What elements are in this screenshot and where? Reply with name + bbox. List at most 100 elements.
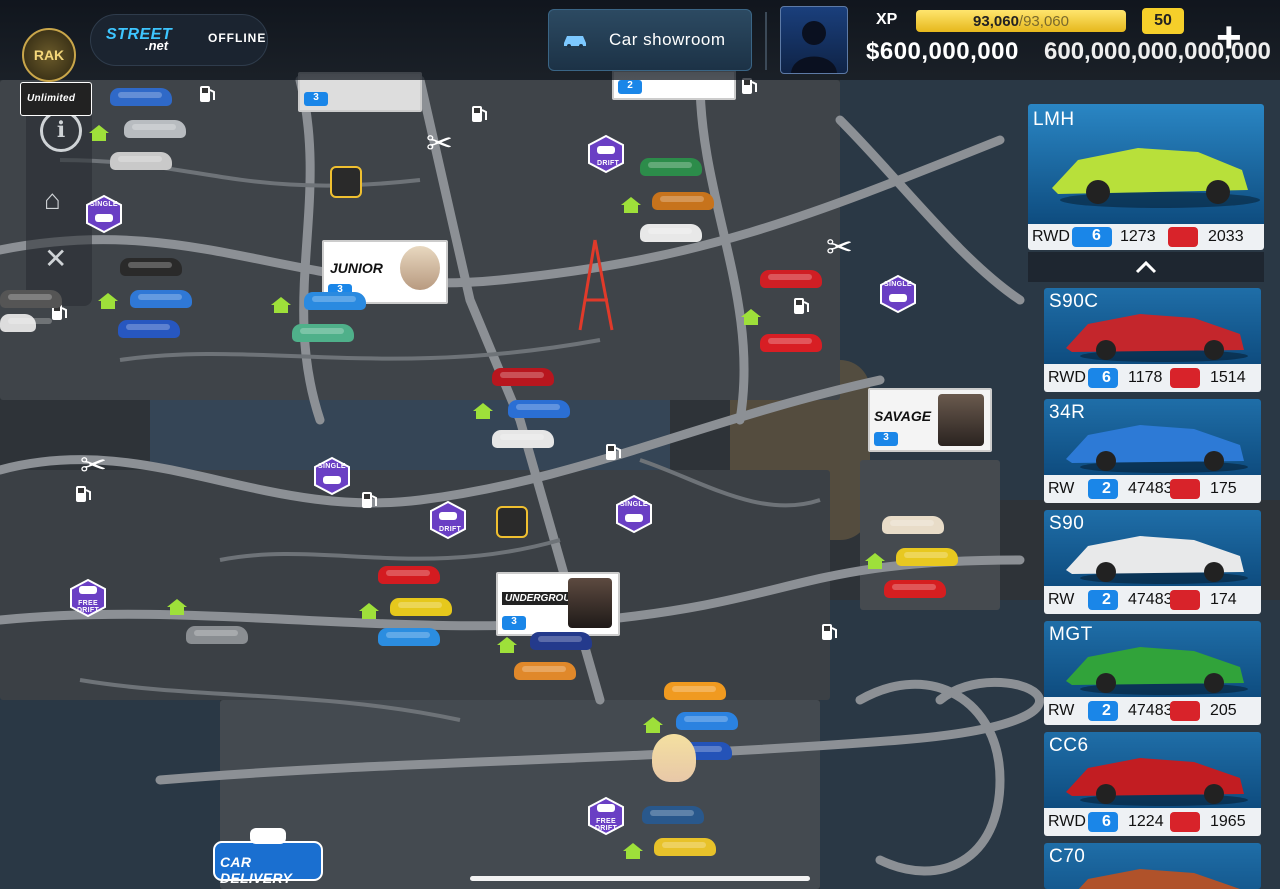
home-marker[interactable] bbox=[740, 308, 762, 326]
fuel-station-icon[interactable] bbox=[74, 484, 92, 504]
car-name: C70 bbox=[1049, 846, 1086, 867]
drift-event-marker[interactable]: DRIFT bbox=[586, 134, 626, 174]
car-stats: RWD 6 1224 1965 bbox=[1044, 808, 1261, 836]
home-marker[interactable] bbox=[620, 196, 642, 214]
info-icon[interactable]: ℹ bbox=[40, 110, 82, 152]
garage-car-card[interactable]: CC6 RWD 6 1224 1965 bbox=[1044, 732, 1261, 836]
single-label: SINGLE bbox=[318, 463, 346, 470]
fuel-station-icon[interactable] bbox=[470, 104, 488, 124]
home-marker[interactable] bbox=[622, 842, 644, 860]
fuel-station-icon[interactable] bbox=[604, 442, 622, 462]
car-showroom-button[interactable]: Car showroom bbox=[548, 9, 752, 71]
parked-car[interactable] bbox=[118, 320, 180, 338]
parked-car[interactable] bbox=[492, 430, 554, 448]
parked-car[interactable] bbox=[390, 598, 452, 616]
parked-car[interactable] bbox=[654, 838, 716, 856]
player-avatar[interactable] bbox=[780, 6, 848, 74]
garage-car-card[interactable]: 34R RW 2 474836 175 bbox=[1044, 399, 1261, 503]
fuel-station-icon[interactable] bbox=[792, 296, 810, 316]
parked-car[interactable] bbox=[642, 806, 704, 824]
free-drift-marker[interactable]: FREE DRIFT bbox=[586, 796, 626, 836]
home-marker[interactable] bbox=[358, 602, 380, 620]
car-name: LMH bbox=[1033, 109, 1075, 130]
class-value: 6 bbox=[1102, 813, 1111, 830]
parked-car[interactable] bbox=[0, 314, 52, 332]
home-marker[interactable] bbox=[88, 124, 110, 142]
garage-home-icon[interactable]: ⌂ bbox=[44, 184, 61, 216]
home-marker[interactable] bbox=[864, 552, 886, 570]
top-bar: RAK STREET .net OFFLINE Car showroom XP … bbox=[0, 0, 1280, 82]
parked-car[interactable] bbox=[130, 290, 192, 308]
parked-car[interactable] bbox=[124, 120, 186, 138]
tuning-shop-icon[interactable]: ✂ bbox=[80, 446, 107, 484]
home-marker[interactable] bbox=[496, 636, 518, 654]
parked-car[interactable] bbox=[120, 258, 182, 276]
parked-car[interactable] bbox=[378, 628, 440, 646]
parked-car[interactable] bbox=[760, 270, 822, 288]
drive-type: RW bbox=[1048, 480, 1075, 497]
dealership-icon[interactable] bbox=[496, 506, 528, 538]
parked-car[interactable] bbox=[186, 626, 248, 644]
parked-car[interactable] bbox=[492, 368, 554, 386]
xp-current: 93,060 bbox=[973, 12, 1019, 30]
single-race-marker[interactable]: SINGLE bbox=[614, 494, 654, 534]
single-race-marker[interactable]: SINGLE bbox=[84, 194, 124, 234]
rival-portrait bbox=[400, 246, 440, 290]
home-indicator[interactable] bbox=[470, 876, 810, 881]
parked-car[interactable] bbox=[110, 152, 172, 170]
npc-girl-avatar[interactable] bbox=[652, 734, 696, 782]
parked-car[interactable] bbox=[378, 566, 440, 584]
single-race-marker[interactable]: SINGLE bbox=[312, 456, 352, 496]
home-marker[interactable] bbox=[642, 716, 664, 734]
parked-car[interactable] bbox=[882, 516, 944, 534]
parked-car[interactable] bbox=[110, 88, 172, 106]
fuel-station-icon[interactable] bbox=[360, 490, 378, 510]
parked-car[interactable] bbox=[508, 400, 570, 418]
home-marker[interactable] bbox=[97, 292, 119, 310]
add-currency-button[interactable]: + bbox=[1216, 16, 1242, 60]
garage-car-card[interactable]: C70 bbox=[1044, 843, 1261, 889]
level-badge: 50 bbox=[1142, 8, 1184, 34]
dealership-icon[interactable] bbox=[330, 166, 362, 198]
tuning-shop-icon[interactable]: ✂ bbox=[426, 124, 453, 162]
collapse-garage-button[interactable] bbox=[1028, 252, 1264, 282]
parked-car[interactable] bbox=[652, 192, 714, 210]
home-marker[interactable] bbox=[270, 296, 292, 314]
car-name: 34R bbox=[1049, 402, 1086, 423]
home-marker[interactable] bbox=[472, 402, 494, 420]
garage-car-card[interactable]: S90 RW 2 474836 174 bbox=[1044, 510, 1261, 614]
home-marker[interactable] bbox=[166, 598, 188, 616]
tuning-shop-icon[interactable]: ✂ bbox=[826, 228, 853, 266]
selected-car-card[interactable]: LMH RWD 6 1273 2033 bbox=[1028, 104, 1264, 250]
unlimited-label: Unlimited bbox=[27, 93, 76, 104]
rival-savage-card[interactable]: SAVAGE 3 bbox=[868, 388, 992, 452]
single-label: SINGLE bbox=[90, 201, 118, 208]
tuning-icon[interactable]: ✕ bbox=[44, 242, 67, 275]
parked-car[interactable] bbox=[884, 580, 946, 598]
garage-car-card[interactable]: MGT RW 2 474836 205 bbox=[1044, 621, 1261, 725]
parked-car[interactable] bbox=[896, 548, 958, 566]
garage-car-card[interactable]: S90C RWD 6 1178 1514 bbox=[1044, 288, 1261, 392]
parked-car[interactable] bbox=[514, 662, 576, 680]
parked-car[interactable] bbox=[676, 712, 738, 730]
drive-type: RWD bbox=[1048, 813, 1086, 830]
drive-type: RWD bbox=[1032, 228, 1070, 245]
unlimited-marker[interactable]: Unlimited bbox=[20, 82, 92, 116]
rival-underground-card[interactable]: UNDERGROUND 3 bbox=[496, 572, 620, 636]
crew-badge[interactable]: RAK bbox=[22, 28, 76, 82]
fuel-station-icon[interactable] bbox=[820, 622, 838, 642]
parked-car[interactable] bbox=[292, 324, 354, 342]
fuel-station-icon[interactable] bbox=[198, 84, 216, 104]
parked-car[interactable] bbox=[0, 290, 62, 308]
single-race-marker[interactable]: SINGLE bbox=[878, 274, 918, 314]
parked-car[interactable] bbox=[664, 682, 726, 700]
parked-car[interactable] bbox=[304, 292, 366, 310]
car-delivery-marker[interactable]: CAR DELIVERY bbox=[212, 826, 324, 886]
free-drift-marker[interactable]: FREE DRIFT bbox=[68, 578, 108, 618]
parked-car[interactable] bbox=[760, 334, 822, 352]
drift-event-marker[interactable]: DRIFT bbox=[428, 500, 468, 540]
parked-car[interactable] bbox=[640, 224, 702, 242]
parked-car[interactable] bbox=[640, 158, 702, 176]
parked-car[interactable] bbox=[530, 632, 592, 650]
rating-badge bbox=[1170, 701, 1200, 721]
